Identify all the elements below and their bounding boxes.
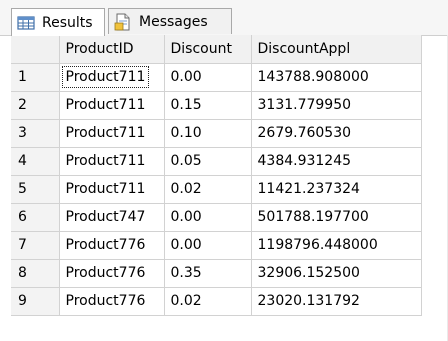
table-row[interactable]: 8 Product776 0.35 32906.152500 xyxy=(11,259,422,288)
messages-icon xyxy=(114,13,130,30)
row-number[interactable]: 6 xyxy=(11,203,60,232)
table-row[interactable]: 2 Product711 0.15 3131.779950 xyxy=(11,91,422,120)
cell-discountappl[interactable]: 3131.779950 xyxy=(251,91,422,120)
cell-discountappl[interactable]: 2679.760530 xyxy=(251,119,422,148)
row-number[interactable]: 3 xyxy=(11,119,60,148)
cell-discountappl[interactable]: 143788.908000 xyxy=(251,63,422,92)
cell-discount[interactable]: 0.05 xyxy=(164,147,252,176)
table-row[interactable]: 9 Product776 0.02 23020.131792 xyxy=(11,287,422,316)
cell-discount[interactable]: 0.02 xyxy=(164,287,252,316)
row-number[interactable]: 1 xyxy=(11,63,60,92)
cell-discountappl[interactable]: 23020.131792 xyxy=(251,287,422,316)
column-header-productid[interactable]: ProductID xyxy=(59,35,165,64)
tab-messages-label: Messages xyxy=(139,13,208,30)
cell-productid[interactable]: Product711 xyxy=(59,63,165,92)
cell-discount[interactable]: 0.00 xyxy=(164,63,252,92)
results-grid: ProductID Discount DiscountAppl 1 Produc… xyxy=(11,35,448,341)
cell-productid[interactable]: Product776 xyxy=(59,231,165,260)
table-row[interactable]: 6 Product747 0.00 501788.197700 xyxy=(11,203,422,232)
tab-results[interactable]: Results xyxy=(11,8,105,36)
table-row[interactable]: 5 Product711 0.02 11421.237324 xyxy=(11,175,422,204)
cell-discountappl[interactable]: 32906.152500 xyxy=(251,259,422,288)
cell-productid[interactable]: Product711 xyxy=(59,175,165,204)
cell-discount[interactable]: 0.00 xyxy=(164,231,252,260)
cell-discount[interactable]: 0.00 xyxy=(164,203,252,232)
row-number[interactable]: 9 xyxy=(11,287,60,316)
cell-discountappl[interactable]: 1198796.448000 xyxy=(251,231,422,260)
cell-discount[interactable]: 0.15 xyxy=(164,91,252,120)
cell-productid[interactable]: Product747 xyxy=(59,203,165,232)
cell-discountappl[interactable]: 4384.931245 xyxy=(251,147,422,176)
results-table: ProductID Discount DiscountAppl 1 Produc… xyxy=(11,35,422,316)
table-row[interactable]: 7 Product776 0.00 1198796.448000 xyxy=(11,231,422,260)
row-number[interactable]: 2 xyxy=(11,91,60,120)
cell-discount[interactable]: 0.35 xyxy=(164,259,252,288)
cell-productid[interactable]: Product711 xyxy=(59,119,165,148)
row-number[interactable]: 7 xyxy=(11,231,60,260)
header-row: ProductID Discount DiscountAppl xyxy=(11,35,422,64)
cell-productid[interactable]: Product776 xyxy=(59,287,165,316)
cell-productid[interactable]: Product711 xyxy=(59,147,165,176)
tab-results-label: Results xyxy=(42,14,93,31)
grid-icon xyxy=(17,15,35,30)
corner-cell[interactable] xyxy=(11,35,60,64)
cell-discount[interactable]: 0.02 xyxy=(164,175,252,204)
table-row[interactable]: 3 Product711 0.10 2679.760530 xyxy=(11,119,422,148)
row-number[interactable]: 5 xyxy=(11,175,60,204)
column-header-discountappl[interactable]: DiscountAppl xyxy=(251,35,422,64)
selected-cell-value: Product711 xyxy=(61,66,150,88)
cell-productid[interactable]: Product711 xyxy=(59,91,165,120)
row-number[interactable]: 4 xyxy=(11,147,60,176)
table-row[interactable]: 1 Product711 0.00 143788.908000 xyxy=(11,63,422,92)
cell-discount[interactable]: 0.10 xyxy=(164,119,252,148)
tab-messages[interactable]: Messages xyxy=(108,8,232,34)
row-number[interactable]: 8 xyxy=(11,259,60,288)
column-header-discount[interactable]: Discount xyxy=(164,35,252,64)
table-row[interactable]: 4 Product711 0.05 4384.931245 xyxy=(11,147,422,176)
cell-discountappl[interactable]: 11421.237324 xyxy=(251,175,422,204)
cell-discountappl[interactable]: 501788.197700 xyxy=(251,203,422,232)
results-tab-bar: Results Messages xyxy=(0,0,448,36)
cell-productid[interactable]: Product776 xyxy=(59,259,165,288)
